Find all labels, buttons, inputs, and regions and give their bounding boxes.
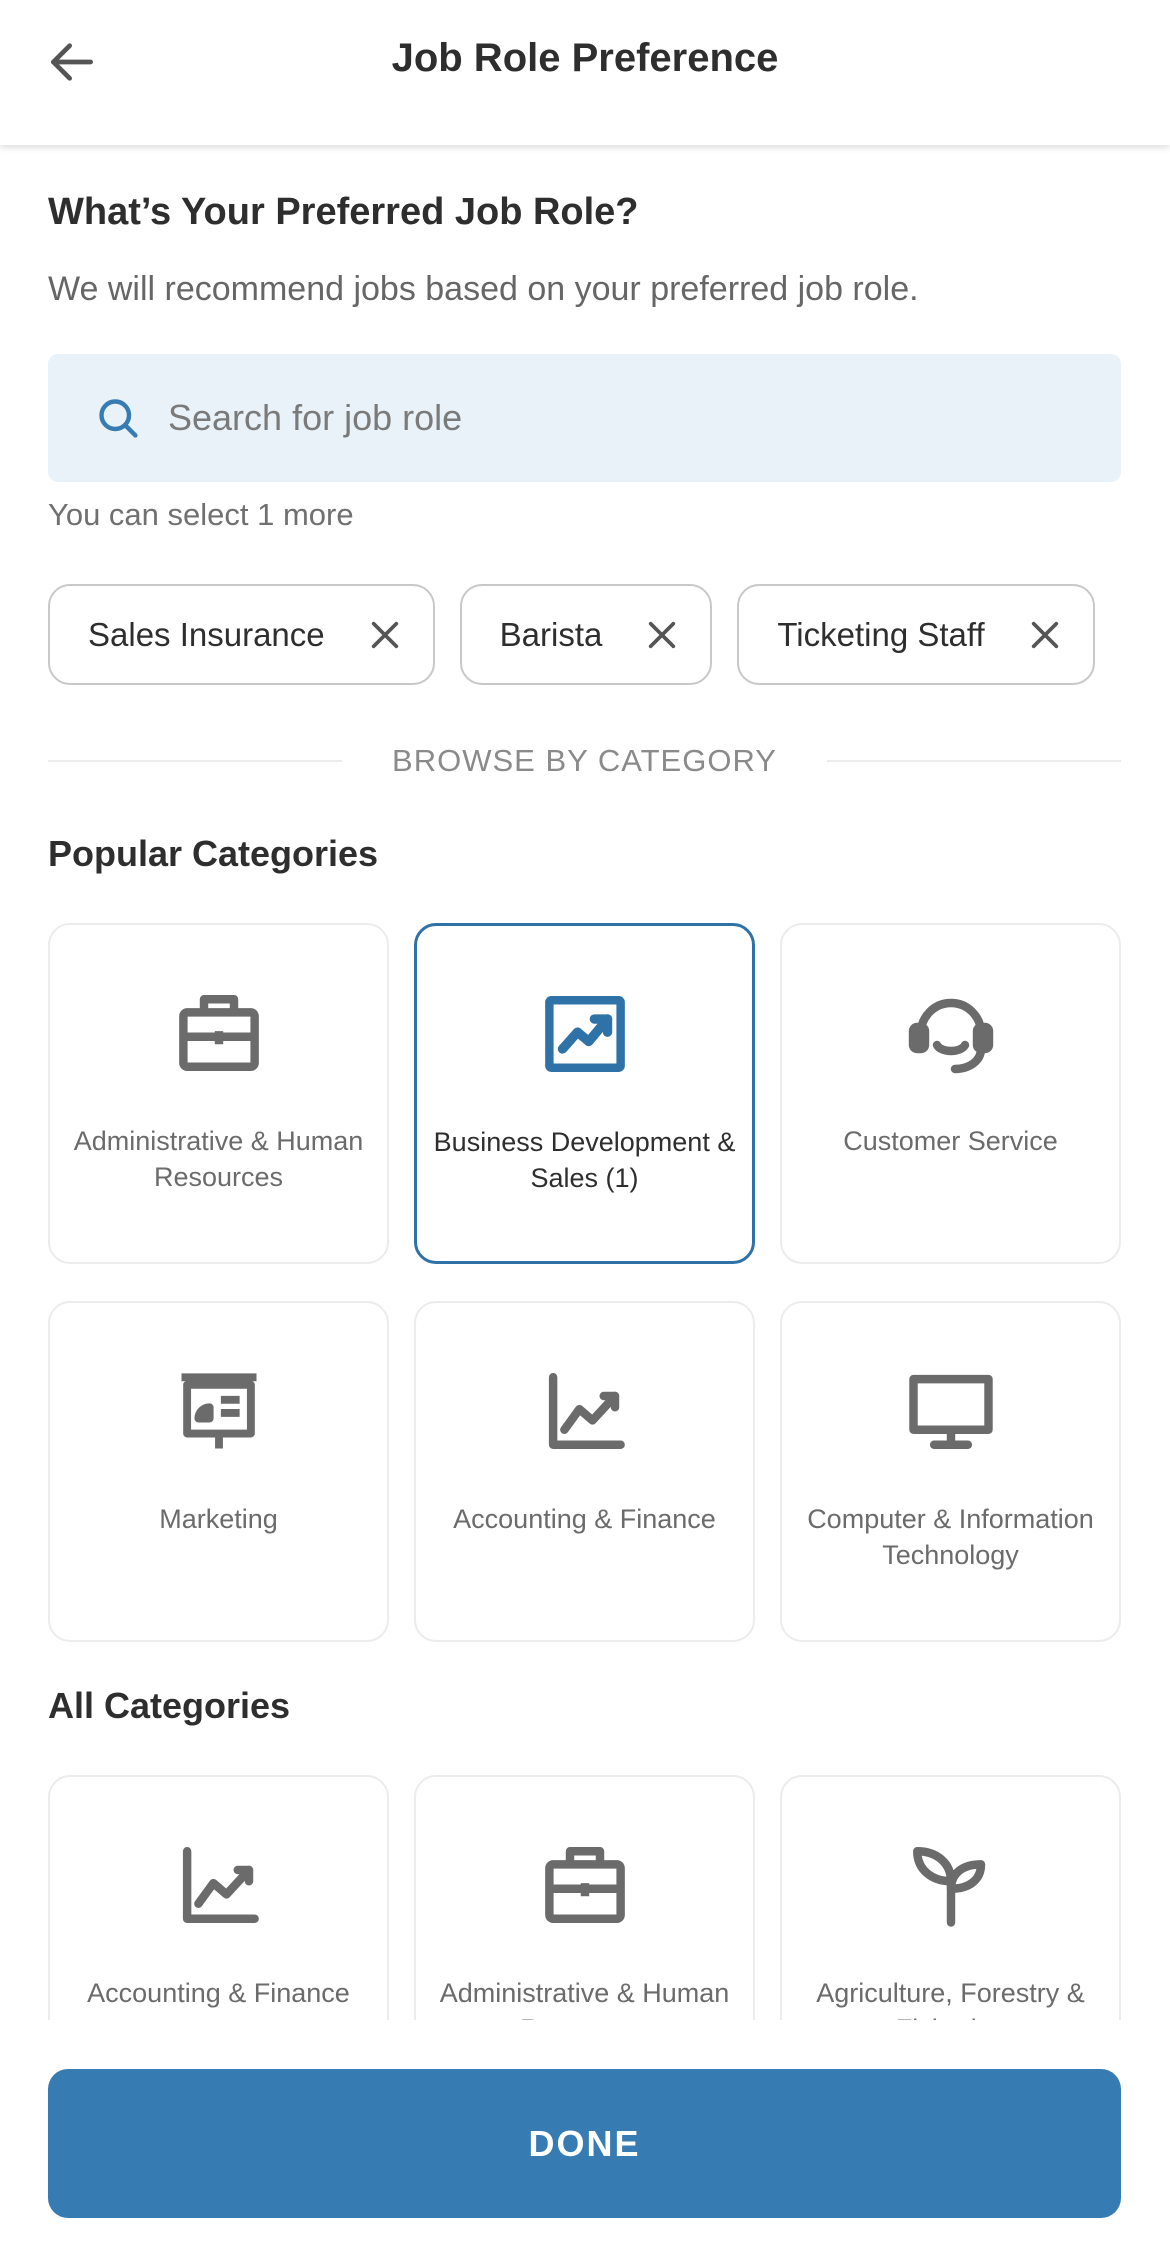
divider-line [48,760,343,762]
search-icon [99,399,138,438]
line-chart-icon [182,1847,259,1923]
category-card[interactable]: Marketing [48,1301,389,1642]
popular-categories-grid: Administrative & Human Resources Busines… [48,923,1121,1642]
monitor-icon [908,1374,993,1449]
search-input[interactable] [168,397,1068,439]
remove-chip-button[interactable] [365,615,405,655]
chip-label: Sales Insurance [88,615,325,653]
chip-label: Barista [499,615,603,653]
close-icon [371,621,398,648]
selected-roles: Sales Insurance Barista Ticketing Staff [48,584,1095,685]
remove-chip-button[interactable] [1025,615,1065,655]
done-button[interactable]: DONE [48,2069,1121,2218]
category-card[interactable]: Administrative & Human Resources [48,923,389,1264]
headset-icon [908,998,993,1074]
category-label: Computer & Information Technology [807,1504,1094,1570]
remove-chip-button[interactable] [642,615,682,655]
category-card[interactable]: Computer & Information Technology [780,1301,1121,1642]
footer: DONE [0,2020,1170,2244]
chart-up-icon [544,996,625,1072]
question-subtitle: We will recommend jobs based on your pre… [48,270,919,308]
browse-label: BROWSE BY CATEGORY [392,743,777,778]
selection-hint: You can select 1 more [48,497,354,532]
category-card[interactable]: Accounting & Finance [414,1301,755,1642]
category-label: Customer Service [843,1126,1058,1156]
briefcase-icon [178,995,259,1071]
category-card-selected[interactable]: Business Development & Sales (1) [414,923,755,1264]
divider-line [826,760,1122,762]
all-categories-title: All Categories [48,1685,291,1726]
app-header: Job Role Preference [0,0,1170,145]
scroll-content[interactable]: What’s Your Preferred Job Role? We will … [0,145,1170,2020]
category-label: Administrative & Human Resources [73,1126,364,1192]
sprout-icon [912,1847,985,1927]
chip-label: Ticketing Staff [777,615,985,653]
category-label: Business Development & Sales (1) [433,1127,736,1193]
category-card[interactable]: Administrative & Human Resources [414,1775,755,2020]
presentation-icon [181,1373,256,1449]
category-label: Agriculture, Forestry & Fisheries [816,1978,1085,2020]
browse-divider: BROWSE BY CATEGORY [48,741,1122,781]
line-chart-icon [548,1373,625,1449]
briefcase-icon [544,1847,625,1923]
selected-role-chip: Ticketing Staff [737,584,1095,685]
all-categories-grid: Accounting & Finance Administrative & Hu… [48,1775,1121,2020]
category-card[interactable]: Customer Service [780,923,1121,1264]
category-label: Accounting & Finance [87,1978,350,2008]
question-title: What’s Your Preferred Job Role? [48,191,639,233]
popular-categories-title: Popular Categories [48,833,379,874]
search-box[interactable] [48,354,1121,482]
selected-role-chip: Sales Insurance [48,584,435,685]
category-label: Administrative & Human Resources [439,1978,730,2020]
category-card[interactable]: Accounting & Finance [48,1775,389,2020]
category-label: Marketing [159,1504,278,1534]
page-title: Job Role Preference [391,36,779,80]
close-icon [1031,621,1058,648]
category-label: Accounting & Finance [453,1504,716,1534]
close-icon [649,621,676,648]
category-card[interactable]: Agriculture, Forestry & Fisheries [780,1775,1121,2020]
selected-role-chip: Barista [459,584,713,685]
